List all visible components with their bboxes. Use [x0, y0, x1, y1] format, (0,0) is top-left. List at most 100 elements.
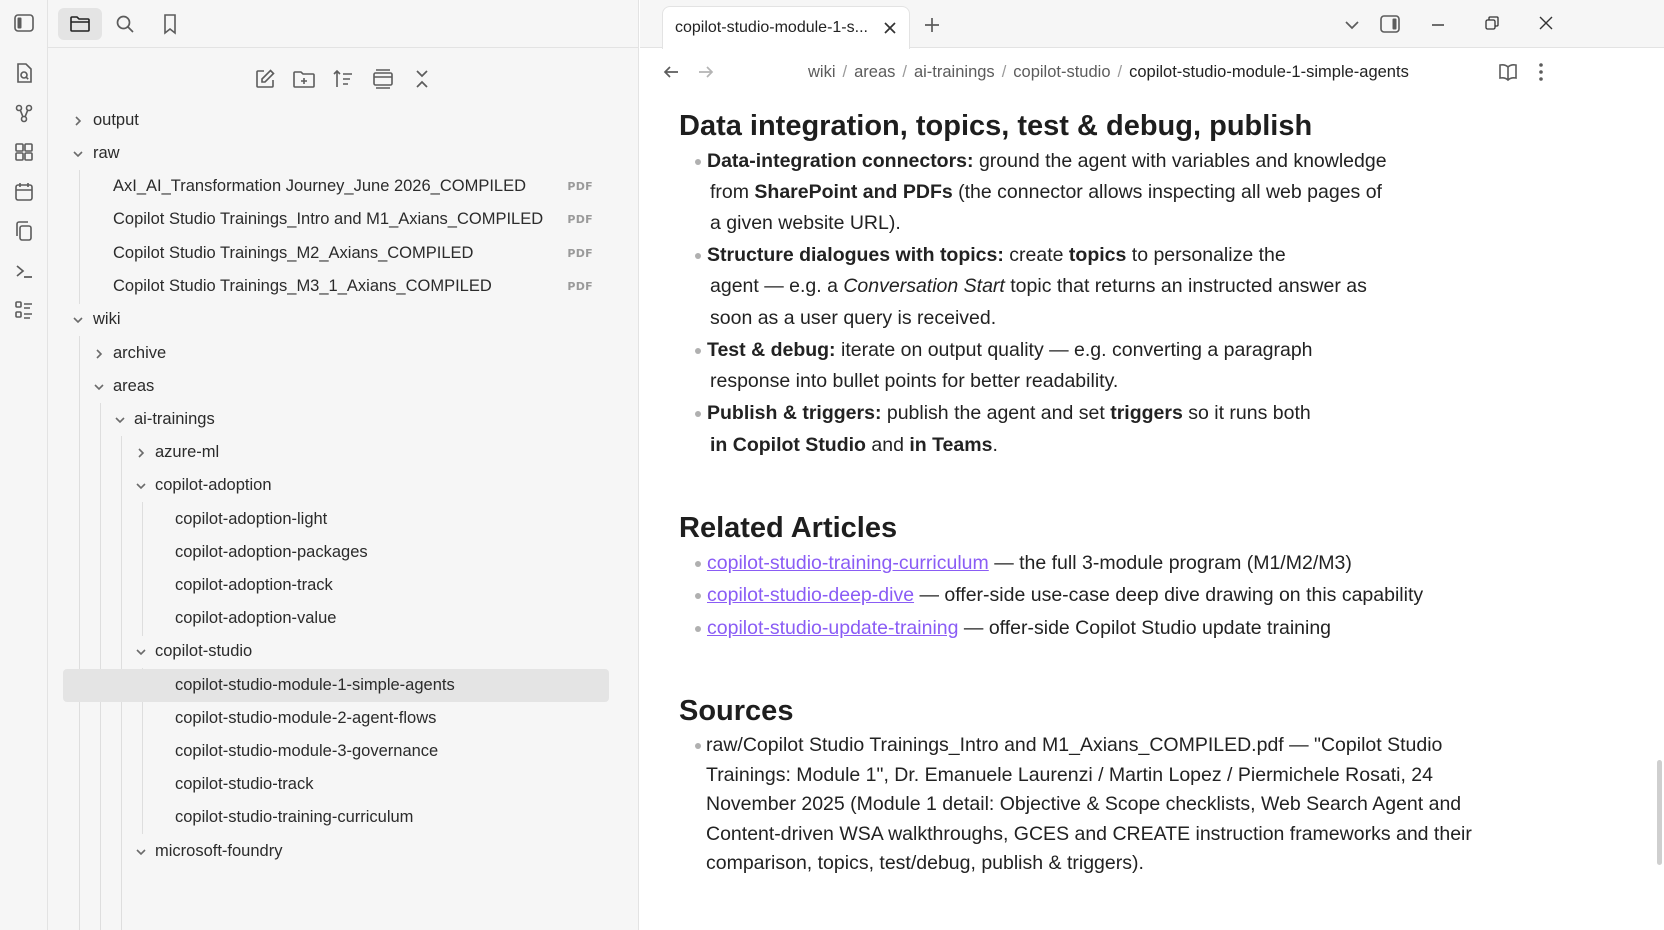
tree-folder-wiki[interactable]: wiki [63, 303, 609, 336]
breadcrumb-item[interactable]: wiki [808, 63, 836, 81]
forward-arrow-icon[interactable] [694, 60, 718, 84]
tree-folder-areas[interactable]: areas [63, 370, 609, 403]
sort-icon[interactable] [328, 64, 358, 94]
tree-label: copilot-studio-track [175, 775, 314, 793]
tree-file[interactable]: copilot-adoption-light [63, 503, 609, 536]
tree-label: raw [93, 144, 120, 162]
collapse-all-icon[interactable] [407, 64, 437, 94]
tree-label: Copilot Studio Trainings_Intro and M1_Ax… [113, 210, 544, 228]
tree-label: Copilot Studio Trainings_M2_Axians_COMPI… [113, 244, 474, 262]
tree-file[interactable]: Copilot Studio Trainings_M3_1_Axians_COM… [63, 270, 609, 303]
auto-reveal-icon[interactable] [368, 64, 398, 94]
tab-list-chevron-down-icon[interactable] [1340, 13, 1364, 37]
internal-link[interactable]: copilot-studio-training-curriculum [707, 552, 989, 574]
tree-label: copilot-adoption-light [175, 510, 328, 528]
tree-file[interactable]: AxI_AI_Transformation Journey_June 2026_… [63, 170, 609, 203]
source-line: Content-driven WSA walkthroughs, GCES an… [706, 823, 1472, 845]
breadcrumb-item[interactable]: copilot-studio [1013, 63, 1110, 81]
chevron-right-icon [96, 349, 103, 359]
tab-active[interactable]: copilot-studio-module-1-s... [662, 6, 910, 49]
more-options-icon[interactable] [1530, 59, 1552, 85]
list-icon[interactable] [10, 296, 38, 324]
tree-folder-copilot-studio[interactable]: copilot-studio [63, 635, 609, 668]
restore-icon[interactable] [1480, 11, 1504, 35]
search-icon[interactable] [103, 8, 147, 40]
tree-folder-microsoft-foundry[interactable]: microsoft-foundry [63, 835, 609, 868]
chevron-right-icon [138, 448, 145, 458]
tree-folder-archive[interactable]: archive [63, 337, 609, 370]
calendar-icon[interactable] [10, 178, 38, 206]
chevron-down-icon [136, 849, 146, 856]
tree-file[interactable]: Copilot Studio Trainings_Intro and M1_Ax… [63, 203, 609, 236]
bullet-line: agent — e.g. a Conversation Start topic … [710, 271, 1367, 302]
bold-text: triggers [1110, 402, 1183, 424]
bold-text: Test & debug: [707, 339, 836, 361]
tree-file[interactable]: copilot-studio-module-2-agent-flows [63, 702, 609, 735]
tree-file[interactable]: copilot-studio-track [63, 768, 609, 801]
tree-label: wiki [93, 310, 121, 328]
tree-file[interactable]: copilot-studio-training-curriculum [63, 801, 609, 834]
breadcrumb-separator: / [842, 63, 848, 81]
tree-file[interactable]: copilot-studio-module-3-governance [63, 735, 609, 768]
tree-file[interactable]: copilot-adoption-packages [63, 536, 609, 569]
files-tab-folder-icon[interactable] [58, 8, 102, 40]
tree-label: copilot-studio [155, 642, 253, 660]
breadcrumb-current[interactable]: copilot-studio-module-1-simple-agents [1129, 63, 1409, 81]
tree-label: copilot-studio-training-curriculum [175, 808, 414, 826]
copy-icon[interactable] [10, 217, 38, 245]
tree-folder-ai-trainings[interactable]: ai-trainings [63, 403, 609, 436]
chevron-right-icon [75, 116, 82, 126]
tree-folder-output[interactable]: output [63, 104, 609, 137]
bullet-dot [695, 159, 701, 165]
text: to personalize the [1126, 244, 1286, 266]
tree-label: copilot-adoption-packages [175, 543, 368, 561]
heading-data-integration: Data integration, topics, test & debug, … [679, 110, 1313, 142]
tree-file-selected[interactable]: copilot-studio-module-1-simple-agents [63, 669, 609, 702]
content-scrollbar[interactable] [1657, 760, 1662, 865]
tree-file[interactable]: copilot-adoption-track [63, 569, 609, 602]
file-search-icon[interactable] [10, 59, 38, 87]
internal-link[interactable]: copilot-studio-update-training [707, 617, 958, 639]
minimize-icon[interactable] [1426, 13, 1450, 37]
breadcrumb-item[interactable]: areas [854, 63, 895, 81]
canvas-icon[interactable] [10, 138, 38, 166]
breadcrumb-item[interactable]: ai-trainings [914, 63, 995, 81]
bullet-dot [695, 626, 701, 632]
tree-label: copilot-adoption-track [175, 576, 333, 594]
back-arrow-icon[interactable] [659, 60, 683, 84]
pdf-badge: PDF [567, 247, 593, 260]
bookmark-icon[interactable] [148, 8, 192, 40]
bullet-dot [695, 743, 701, 749]
bullet-line: from SharePoint and PDFs (the connector … [710, 177, 1382, 208]
tree-file[interactable]: copilot-adoption-value [63, 602, 609, 635]
tree-label: copilot-adoption [155, 476, 272, 494]
new-tab-plus-icon[interactable] [920, 13, 944, 37]
tree-folder-raw[interactable]: raw [63, 137, 609, 170]
tree-file[interactable]: Copilot Studio Trainings_M2_Axians_COMPI… [63, 237, 609, 270]
new-folder-icon[interactable] [289, 64, 319, 94]
tree-label: copilot-adoption-value [175, 609, 337, 627]
close-tab-icon[interactable] [879, 17, 901, 39]
reading-view-book-icon[interactable] [1495, 59, 1521, 85]
right-sidebar-toggle-icon[interactable] [1377, 11, 1403, 37]
terminal-icon[interactable] [10, 257, 38, 285]
text: — offer-side Copilot Studio update train… [958, 617, 1332, 639]
main-pane: copilot-studio-module-1-s... wiki / area… [640, 0, 1664, 930]
tree-label: microsoft-foundry [155, 842, 283, 860]
tree-label: AxI_AI_Transformation Journey_June 2026_… [113, 177, 527, 195]
file-explorer-sidebar: output raw AxI_AI_Transformation Journey… [48, 0, 682, 930]
graph-view-icon[interactable] [10, 99, 38, 127]
tree-folder-copilot-adoption[interactable]: copilot-adoption [63, 469, 609, 502]
text: soon as a user query is received. [710, 307, 997, 329]
sidebar-toggle-icon[interactable] [10, 9, 38, 37]
source-line: comparison, topics, test/debug, publish … [706, 852, 1144, 874]
chevron-down-icon [136, 483, 146, 490]
pdf-badge: PDF [567, 213, 593, 226]
tree-folder-azure-ml[interactable]: azure-ml [63, 436, 609, 469]
internal-link[interactable]: copilot-studio-deep-dive [707, 584, 914, 606]
bold-text: in Copilot Studio [710, 434, 866, 456]
text: ground the agent with variables and know… [973, 150, 1387, 172]
new-note-icon[interactable] [250, 64, 280, 94]
bullet-dot [695, 348, 701, 354]
close-window-icon[interactable] [1534, 11, 1558, 35]
